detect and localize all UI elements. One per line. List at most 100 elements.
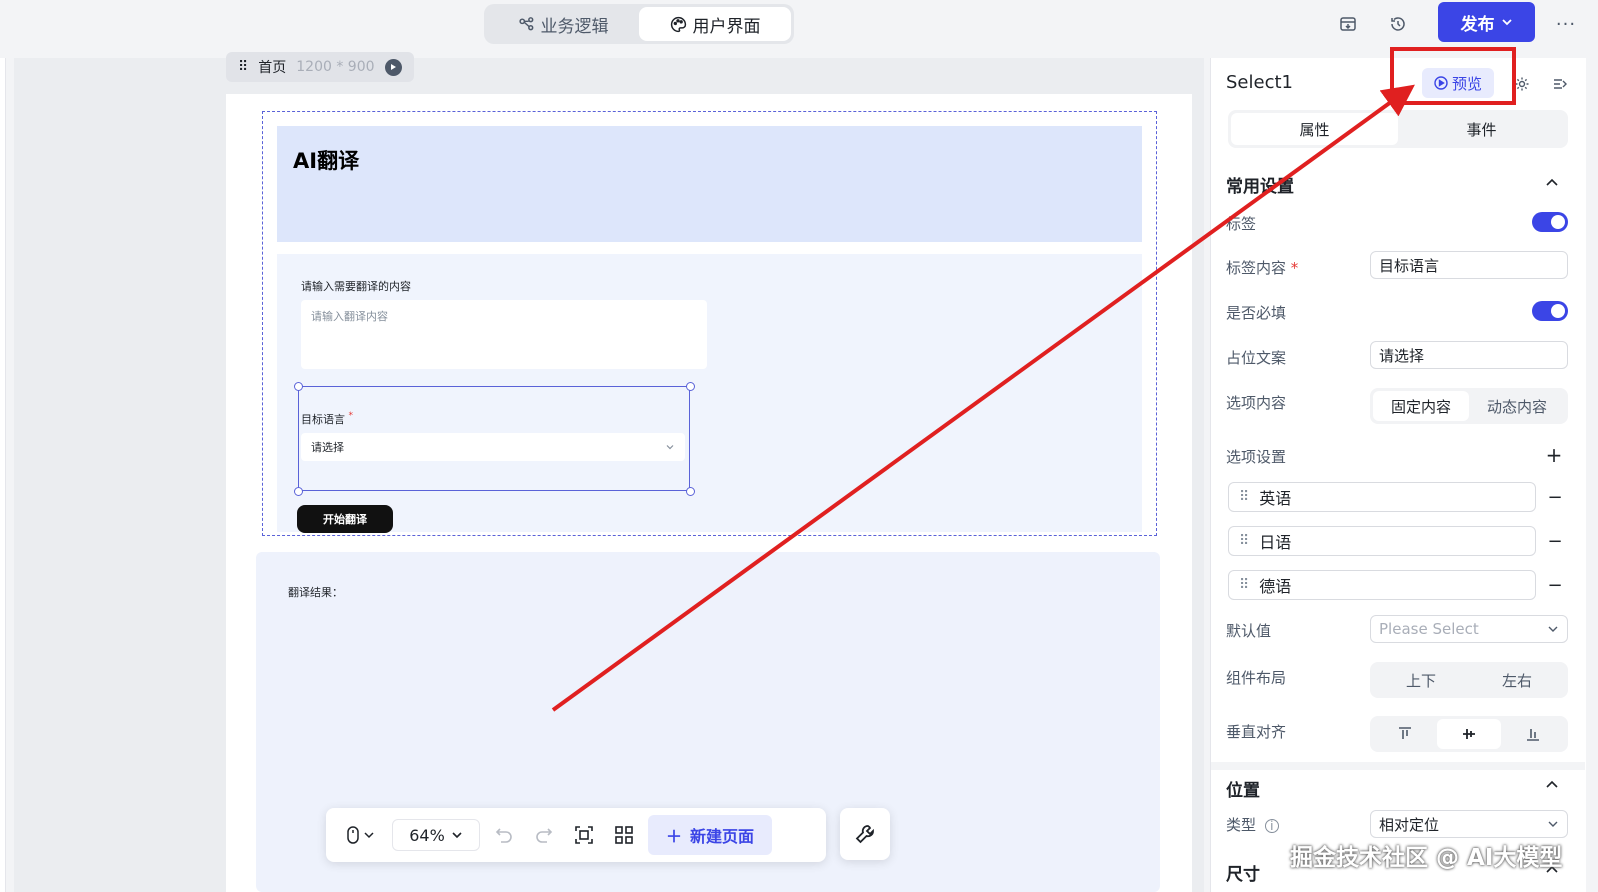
option-item[interactable]: ⠿ 德语: [1228, 570, 1536, 600]
logic-icon: [518, 16, 533, 30]
input-label: 请输入需要翻译的内容: [301, 280, 411, 293]
resize-handle[interactable]: [294, 487, 303, 496]
new-page-label: 新建页面: [690, 827, 755, 846]
zoom-select[interactable]: 64%: [392, 819, 480, 851]
new-page-button[interactable]: ＋ 新建页面: [648, 815, 773, 855]
wrench-icon: [855, 825, 874, 844]
remove-option-button[interactable]: −: [1546, 487, 1564, 508]
label-content-label: 标签内容 *: [1226, 257, 1298, 278]
wrench-button[interactable]: [840, 808, 890, 860]
pointer-mode-button[interactable]: [336, 819, 384, 851]
panel-divider: [1211, 762, 1585, 770]
tab-user-interface[interactable]: 用户界面: [639, 7, 791, 41]
position-type-value: 相对定位: [1379, 815, 1440, 834]
mouse-icon: [347, 826, 374, 844]
grid-icon[interactable]: [608, 819, 640, 851]
tab-business-logic[interactable]: 业务逻辑: [487, 7, 639, 41]
redo-icon[interactable]: [528, 819, 560, 851]
align-bottom-icon[interactable]: [1501, 719, 1565, 749]
collapse-panel-icon[interactable]: [1548, 72, 1572, 96]
placeholder-label: 占位文案: [1226, 349, 1287, 367]
align-top-icon[interactable]: [1373, 719, 1437, 749]
more-button[interactable]: ···: [1552, 10, 1580, 38]
history-icon[interactable]: [1384, 10, 1412, 38]
add-option-button[interactable]: +: [1544, 443, 1564, 467]
result-label: 翻译结果：: [288, 586, 343, 599]
placeholder-input[interactable]: 请选择: [1370, 341, 1568, 369]
valign-label: 垂直对齐: [1226, 723, 1287, 741]
play-icon[interactable]: [384, 58, 402, 76]
start-translate-button[interactable]: 开始翻译: [297, 505, 393, 533]
chevron-up-icon[interactable]: [1542, 775, 1562, 795]
tab-user-interface-label: 用户界面: [692, 16, 761, 37]
dynamic-content-option[interactable]: 动态内容: [1469, 391, 1565, 421]
label-toggle-label: 标签: [1226, 215, 1257, 233]
preview-label: 预览: [1451, 74, 1482, 93]
drag-handle-icon[interactable]: ⠿: [1239, 577, 1249, 593]
position-type-text: 类型: [1226, 816, 1257, 834]
select-label-text: 目标语言: [301, 413, 345, 426]
option-item[interactable]: ⠿ 英语: [1228, 482, 1536, 512]
preview-button[interactable]: 预览: [1422, 68, 1494, 98]
chevron-up-icon[interactable]: [1542, 173, 1562, 193]
info-icon[interactable]: i: [1264, 819, 1279, 833]
valign-toggle: [1370, 716, 1568, 752]
default-value-select[interactable]: Please Select: [1370, 615, 1568, 643]
default-value-label: 默认值: [1226, 622, 1272, 640]
gear-icon[interactable]: [1510, 72, 1534, 96]
option-label: 日语: [1259, 533, 1292, 552]
page-size: 1200 * 900: [296, 59, 375, 75]
drag-handle-icon[interactable]: ⠿: [238, 59, 248, 75]
label-content-text: 标签内容: [1226, 259, 1287, 277]
language-select[interactable]: 请选择: [301, 433, 685, 461]
language-select-value: 请选择: [311, 441, 344, 454]
tab-events[interactable]: 事件: [1398, 113, 1565, 145]
option-item[interactable]: ⠿ 日语: [1228, 526, 1536, 556]
label-content-input[interactable]: 目标语言: [1370, 251, 1568, 279]
label-toggle[interactable]: [1532, 212, 1568, 232]
remove-option-button[interactable]: −: [1546, 531, 1564, 552]
options-content-label: 选项内容: [1226, 394, 1287, 412]
tab-properties[interactable]: 属性: [1231, 113, 1398, 145]
chevron-down-icon: [452, 832, 462, 839]
publish-button[interactable]: 发布: [1438, 2, 1535, 42]
page-name: 首页: [258, 60, 287, 76]
required-mark: *: [1290, 259, 1299, 277]
view-tabs: 业务逻辑 用户界面: [484, 4, 794, 44]
drag-handle-icon[interactable]: ⠿: [1239, 533, 1249, 549]
default-value-placeholder: Please Select: [1379, 620, 1479, 638]
chevron-down-icon: [1548, 626, 1558, 632]
fit-screen-icon[interactable]: [568, 819, 600, 851]
plus-icon: ＋: [666, 827, 683, 846]
required-toggle[interactable]: [1532, 301, 1568, 321]
required-label: 是否必填: [1226, 304, 1287, 322]
layout-label: 组件布局: [1226, 669, 1287, 687]
watermark: 掘金技术社区 @ AI大模型: [1290, 845, 1563, 871]
section-position: 位置: [1226, 781, 1260, 801]
tab-business-logic-label: 业务逻辑: [540, 16, 609, 37]
option-label: 英语: [1259, 489, 1292, 508]
publish-label: 发布: [1460, 14, 1495, 35]
resize-handle[interactable]: [686, 382, 695, 391]
remove-option-button[interactable]: −: [1546, 575, 1564, 596]
zoom-value: 64%: [409, 825, 445, 845]
layout-vertical-option[interactable]: 上下: [1373, 665, 1469, 695]
option-label: 德语: [1259, 577, 1292, 596]
play-circle-icon: [1434, 76, 1448, 90]
fixed-content-option[interactable]: 固定内容: [1373, 391, 1469, 421]
palette-icon: [670, 16, 686, 32]
undo-icon[interactable]: [488, 819, 520, 851]
resize-handle[interactable]: [686, 487, 695, 496]
translate-input[interactable]: 请输入翻译内容: [301, 300, 707, 369]
layout-horizontal-option[interactable]: 左右: [1469, 665, 1565, 695]
chevron-down-icon: [1501, 19, 1512, 26]
required-mark: *: [348, 411, 354, 421]
component-name: Select1: [1226, 72, 1293, 93]
position-type-select[interactable]: 相对定位: [1370, 810, 1568, 838]
page-label[interactable]: ⠿ 首页 1200 * 900: [226, 52, 414, 82]
align-middle-icon[interactable]: [1437, 719, 1501, 749]
save-draft-icon[interactable]: [1334, 10, 1362, 38]
resize-handle[interactable]: [294, 382, 303, 391]
drag-handle-icon[interactable]: ⠿: [1239, 489, 1249, 505]
layout-toggle: 上下 左右: [1370, 662, 1568, 698]
